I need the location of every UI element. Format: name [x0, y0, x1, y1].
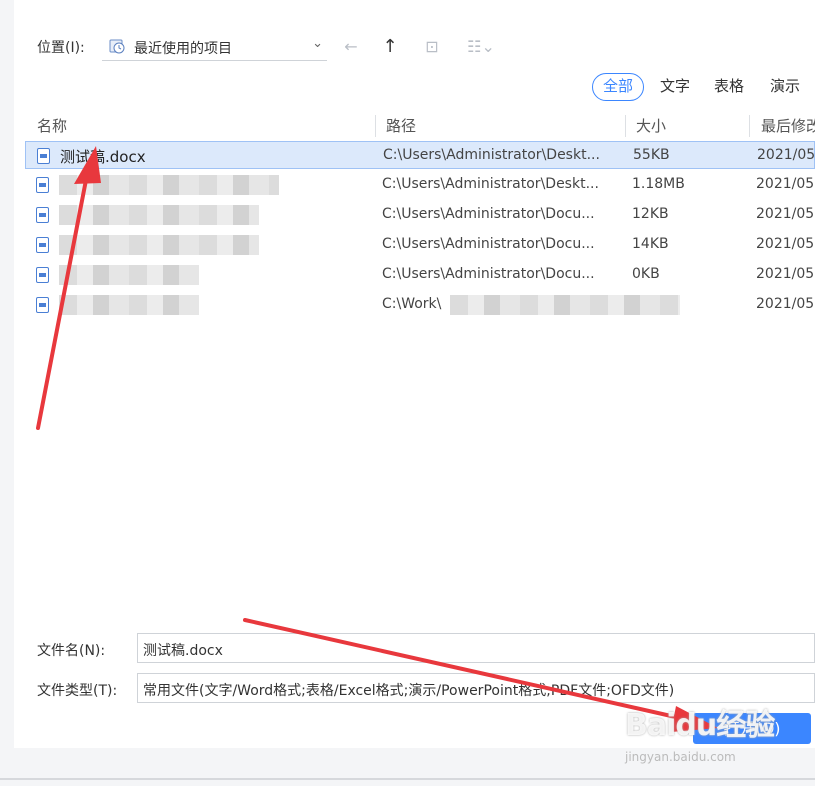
baidu-watermark: Baidu经验 — [625, 708, 775, 743]
document-icon — [36, 207, 49, 223]
column-divider[interactable] — [375, 115, 376, 137]
dialog-left-edge — [0, 0, 14, 748]
file-row[interactable]: C:\Users\Administrator\Docu... 12KB 2021… — [25, 201, 815, 229]
file-path: C:\Users\Administrator\Deskt... — [383, 147, 600, 163]
filename-label: 文件名(N): — [37, 643, 106, 659]
redacted-file-name — [59, 205, 259, 225]
file-modified: 2021/05 — [757, 147, 815, 163]
file-path: C:\Users\Administrator\Deskt... — [382, 176, 599, 192]
filter-tab-text[interactable]: 文字 — [660, 73, 690, 99]
document-icon — [36, 267, 49, 283]
redacted-file-name — [59, 265, 199, 285]
up-arrow-icon[interactable]: ↑ — [379, 37, 401, 57]
location-value: 最近使用的项目 — [134, 41, 232, 57]
redacted-file-path — [450, 295, 680, 315]
location-dropdown[interactable]: 最近使用的项目 ⌄ — [102, 34, 327, 61]
column-divider[interactable] — [749, 115, 750, 137]
file-path: C:\Work\ — [382, 296, 442, 312]
filetype-value: 常用文件(文字/Word格式;表格/Excel格式;演示/PowerPoint格… — [143, 683, 675, 699]
filename-input[interactable]: 测试稿.docx — [137, 633, 815, 663]
document-icon — [37, 148, 50, 164]
filter-tab-all[interactable]: 全部 — [592, 73, 645, 101]
filter-tab-presentation[interactable]: 演示 — [770, 73, 800, 99]
view-mode-icon[interactable]: ☷⌄ — [462, 37, 500, 57]
file-size: 14KB — [632, 236, 669, 252]
file-path: C:\Users\Administrator\Docu... — [382, 266, 595, 282]
chevron-down-icon: ⌄ — [312, 36, 323, 51]
column-header-path[interactable]: 路径 — [386, 112, 416, 140]
filetype-label: 文件类型(T): — [37, 683, 118, 699]
file-row[interactable]: 测试稿.docx C:\Users\Administrator\Deskt...… — [25, 141, 815, 169]
file-row[interactable]: C:\Users\Administrator\Deskt... 1.18MB 2… — [25, 171, 815, 199]
column-divider[interactable] — [625, 115, 626, 137]
file-row[interactable]: C:\Users\Administrator\Docu... 14KB 2021… — [25, 231, 815, 259]
document-icon — [36, 177, 49, 193]
file-modified: 2021/05 — [756, 266, 815, 282]
file-path: C:\Users\Administrator\Docu... — [382, 236, 595, 252]
back-arrow-icon[interactable]: ← — [340, 37, 362, 57]
divider — [0, 778, 815, 780]
file-size: 55KB — [633, 147, 670, 163]
file-row[interactable]: C:\Users\Administrator\Docu... 0KB 2021/… — [25, 261, 815, 289]
redacted-file-name — [59, 235, 259, 255]
file-size: 0KB — [632, 266, 660, 282]
location-label: 位置(I): — [37, 40, 85, 56]
redacted-file-name — [59, 295, 199, 315]
column-header-modified[interactable]: 最后修改 — [761, 112, 815, 140]
recent-items-icon — [109, 39, 125, 54]
file-name: 测试稿.docx — [60, 148, 146, 166]
new-folder-icon[interactable]: ⊡ — [421, 37, 443, 57]
file-size: 12KB — [632, 206, 669, 222]
document-icon — [36, 237, 49, 253]
filename-value: 测试稿.docx — [143, 643, 223, 659]
column-header-size[interactable]: 大小 — [636, 112, 666, 140]
file-row[interactable]: C:\Work\ 2021/05 — [25, 291, 815, 319]
file-modified: 2021/05 — [756, 176, 815, 192]
file-modified: 2021/05 — [756, 236, 815, 252]
file-size: 1.18MB — [632, 176, 685, 192]
filetype-select[interactable]: 常用文件(文字/Word格式;表格/Excel格式;演示/PowerPoint格… — [137, 673, 815, 703]
file-path: C:\Users\Administrator\Docu... — [382, 206, 595, 222]
redacted-file-name — [59, 175, 279, 195]
filter-tab-spreadsheet[interactable]: 表格 — [714, 73, 744, 99]
file-modified: 2021/05 — [756, 296, 815, 312]
column-header-name[interactable]: 名称 — [37, 112, 67, 140]
document-icon — [36, 297, 49, 313]
file-modified: 2021/05 — [756, 206, 815, 222]
baidu-watermark-url: jingyan.baidu.com — [625, 750, 736, 764]
